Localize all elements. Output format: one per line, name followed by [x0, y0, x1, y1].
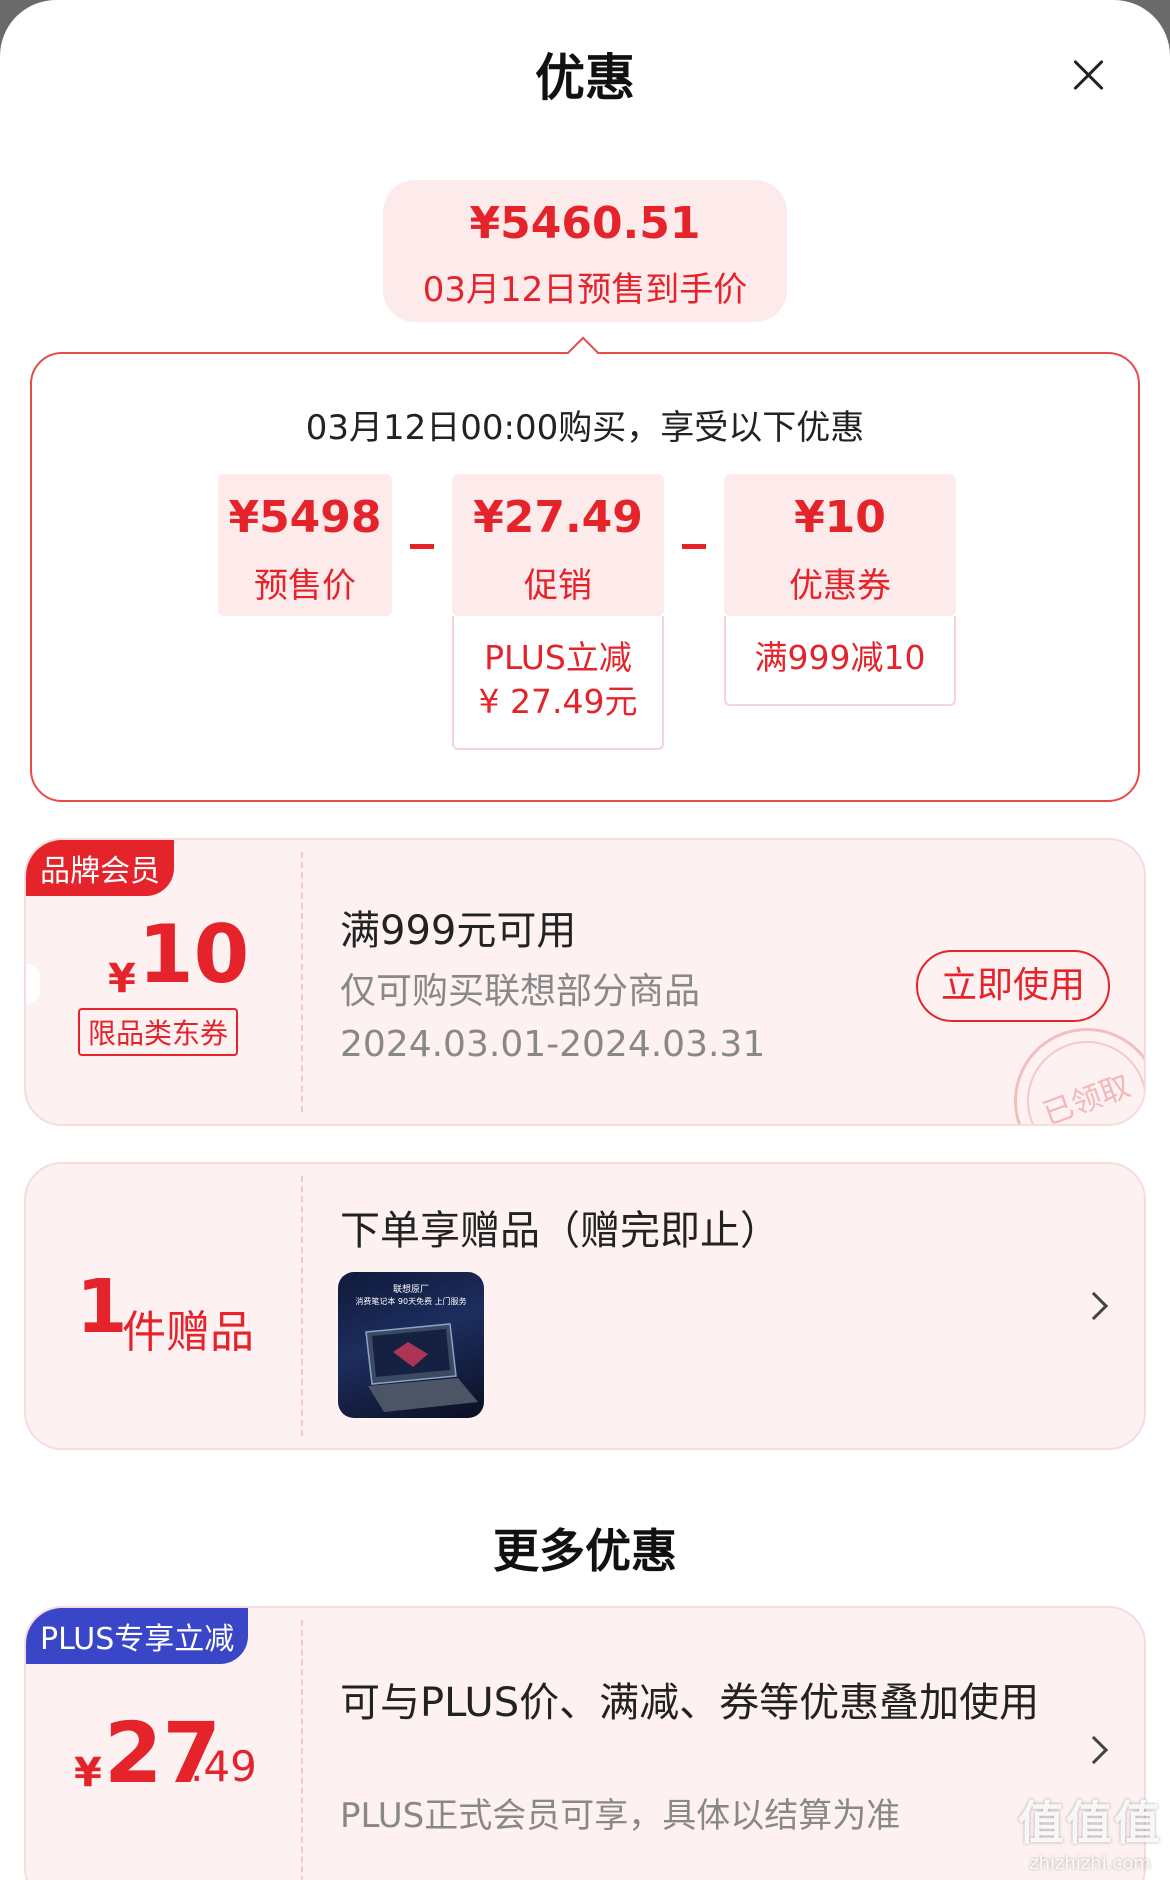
price-calculation: 03月12日00:00购买，享受以下优惠 ¥5498 预售价 ¥27.49 促销… [30, 352, 1140, 802]
gift-count: 1 [76, 1264, 128, 1350]
card-divider [301, 852, 303, 1112]
use-now-button[interactable]: 立即使用 [916, 950, 1110, 1022]
coupon-tile: ¥10 优惠券 [724, 474, 956, 616]
final-price-label: 03月12日预售到手价 [422, 270, 748, 310]
chevron-right-icon[interactable] [1079, 1735, 1109, 1765]
coupon-scope: 仅可购买联想部分商品 [340, 971, 701, 1012]
minus-icon [410, 544, 434, 549]
close-icon[interactable] [1068, 55, 1108, 95]
chevron-right-icon[interactable] [1079, 1291, 1109, 1321]
laptop-icon [365, 1323, 478, 1412]
coupon-currency: ¥ [108, 956, 136, 1002]
promo-detail: PLUS立减 ¥ 27.49元 [452, 616, 664, 750]
plus-amount-decimal: .49 [190, 1742, 257, 1791]
sheet-title: 优惠 [535, 49, 635, 107]
brand-member-tag: 品牌会员 [26, 840, 174, 896]
discount-sheet: 优惠 ¥5460.51 03月12日预售到手价 03月12日00:00购买，享受… [0, 0, 1170, 1880]
brand-coupon-card[interactable]: 品牌会员 ¥ 10 限品类东券 满999元可用 仅可购买联想部分商品 2024.… [24, 838, 1146, 1126]
coupon-type-badge: 限品类东券 [78, 1008, 239, 1056]
plus-exclusive-tag: PLUS专享立减 [26, 1608, 249, 1664]
promo-label: 促销 [524, 566, 592, 606]
coupon-detail: 满999减10 [724, 616, 956, 706]
gift-unit: 件赠品 [122, 1307, 254, 1358]
presale-value: ¥5498 [228, 492, 382, 543]
card-notch [26, 964, 40, 1004]
plus-offer-card[interactable]: PLUS专享立减 ¥ 27 .49 可与PLUS价、满减、券等优惠叠加使用 PL… [24, 1606, 1146, 1880]
minus-icon [682, 544, 706, 549]
coupon-validity: 2024.03.01-2024.03.31 [340, 1024, 766, 1065]
watermark-domain: zhizhizhi.com [1029, 1853, 1151, 1874]
card-divider [301, 1176, 303, 1436]
coupon-amount: 10 [138, 908, 250, 1001]
coupon-condition: 满999元可用 [340, 908, 577, 954]
plus-offer-note: PLUS正式会员可享，具体以结算为准 [340, 1796, 901, 1836]
gift-thumbnail[interactable]: 联想原厂 消费笔记本 90天免费 上门服务 [338, 1272, 484, 1418]
more-offers-title: 更多优惠 [493, 1524, 677, 1578]
presale-tile: ¥5498 预售价 [218, 474, 392, 616]
calc-headline: 03月12日00:00购买，享受以下优惠 [305, 408, 865, 448]
coupon-label: 优惠券 [789, 566, 891, 606]
plus-currency: ¥ [74, 1750, 102, 1796]
coupon-value: ¥10 [794, 492, 886, 543]
promo-detail-line2: ¥ 27.49元 [478, 682, 638, 721]
gift-title: 下单享赠品（赠完即止） [340, 1208, 780, 1254]
final-price: ¥5460.51 [469, 198, 701, 249]
plus-offer-title: 可与PLUS价、满减、券等优惠叠加使用 [340, 1680, 1040, 1726]
gift-card[interactable]: 1 件赠品 下单享赠品（赠完即止） 联想原厂 消费笔记本 90天免费 上门服务 [24, 1162, 1146, 1450]
watermark-logo: 值值值 [1018, 1796, 1162, 1850]
presale-label: 预售价 [254, 566, 356, 606]
final-price-bubble: ¥5460.51 03月12日预售到手价 [383, 180, 787, 322]
promo-detail-line1: PLUS立减 [484, 638, 632, 677]
site-watermark: 值值值 zhizhizhi.com [1018, 1787, 1162, 1874]
card-divider [301, 1620, 303, 1880]
promo-tile: ¥27.49 促销 [452, 474, 664, 616]
claimed-stamp: 已领取 [993, 1007, 1144, 1124]
promo-value: ¥27.49 [473, 492, 643, 543]
